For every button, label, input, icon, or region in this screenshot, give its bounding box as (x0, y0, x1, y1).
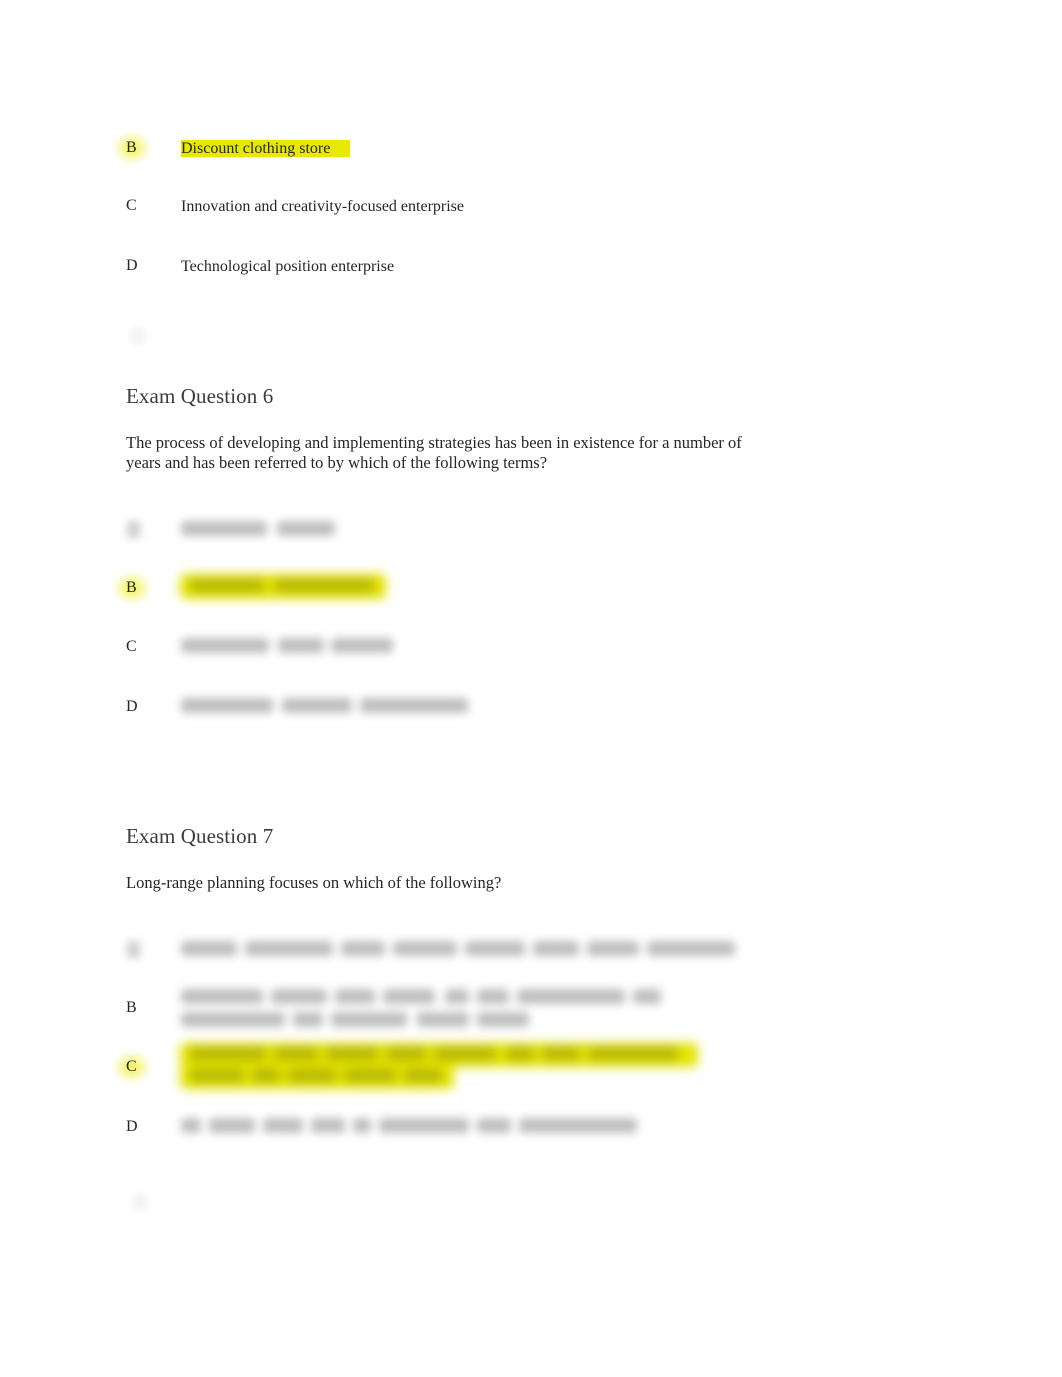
highlighted-answer-top: Discount clothing store (181, 140, 331, 157)
question-7-prompt: Long-range planning focuses on which of … (126, 873, 502, 892)
option-text-b-top: Discount clothing store (181, 137, 351, 160)
question-6-prompt: The process of developing and implementi… (126, 433, 742, 472)
option-text-d-top: Technological position enterprise (181, 258, 395, 275)
option-text-c-q6 (181, 637, 421, 657)
highlight-trail-top (330, 140, 351, 157)
scan-artifact-mark-upper (131, 328, 145, 344)
option-text-a-q6 (181, 520, 511, 540)
option-letter-a-q6 (127, 521, 140, 538)
option-letter-c-top: C (126, 197, 137, 214)
option-letter-a-q7 (127, 941, 140, 958)
option-letter-b-q6: B (126, 578, 166, 598)
option-letter-b-q7: B (126, 999, 137, 1016)
option-letter-c-q7: C (126, 1057, 166, 1077)
option-text-d-q6 (181, 697, 471, 717)
question-6-heading: Exam Question 6 (126, 384, 274, 408)
option-text-d-q7 (181, 1117, 641, 1137)
question-7-heading: Exam Question 7 (126, 824, 274, 848)
option-text-c-top: Innovation and creativity-focused enterp… (181, 198, 464, 215)
option-letter-d-q7: D (126, 1118, 138, 1135)
document-page: B Discount clothing store C Innovation a… (0, 0, 1062, 1377)
option-text-c-q7-highlight (178, 1039, 706, 1091)
option-letter-b-top: B (126, 138, 166, 158)
option-letter-d-q6: D (126, 698, 138, 715)
option-text-b-q7 (181, 988, 671, 1032)
option-text-b-q6-highlight (178, 570, 398, 606)
option-letter-c-q6: C (126, 638, 137, 655)
option-text-a-q7 (181, 940, 741, 960)
option-letter-d-top: D (126, 257, 138, 274)
scan-artifact-mark-lower (133, 1194, 147, 1210)
